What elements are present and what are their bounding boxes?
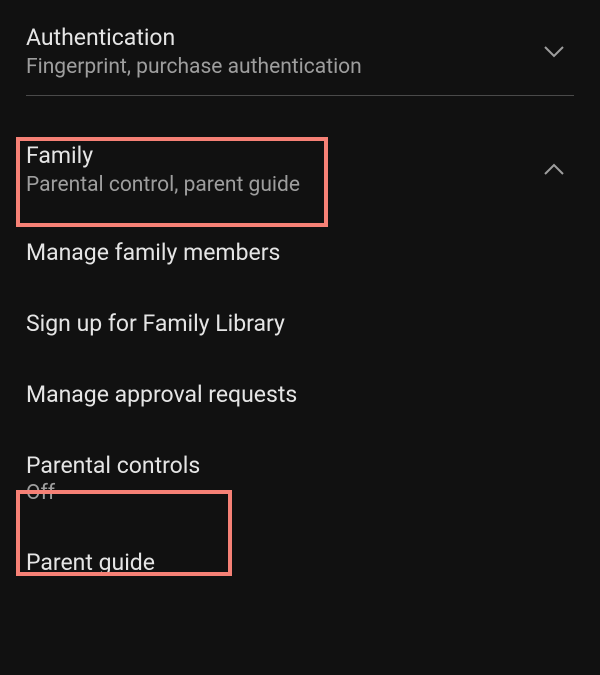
family-section-header[interactable]: Family Parental control, parent guide xyxy=(0,124,600,217)
menu-item-label: Parent guide xyxy=(26,549,574,576)
manage-family-members-item[interactable]: Manage family members xyxy=(0,217,600,288)
chevron-up-icon xyxy=(540,156,568,184)
chevron-down-icon xyxy=(540,38,568,66)
family-subtitle: Parental control, parent guide xyxy=(26,173,300,197)
family-header-text: Family Parental control, parent guide xyxy=(26,142,300,197)
authentication-title: Authentication xyxy=(26,24,362,51)
authentication-header-text: Authentication Fingerprint, purchase aut… xyxy=(26,24,362,79)
parental-controls-status: Off xyxy=(26,481,574,505)
menu-item-label: Sign up for Family Library xyxy=(26,310,574,337)
menu-item-label: Manage family members xyxy=(26,239,574,266)
manage-approval-requests-item[interactable]: Manage approval requests xyxy=(0,359,600,430)
authentication-subtitle: Fingerprint, purchase authentication xyxy=(26,55,362,79)
family-title: Family xyxy=(26,142,300,169)
parent-guide-item[interactable]: Parent guide xyxy=(0,527,600,598)
menu-item-label: Parental controls xyxy=(26,452,574,479)
sign-up-family-library-item[interactable]: Sign up for Family Library xyxy=(0,288,600,359)
menu-item-label: Manage approval requests xyxy=(26,381,574,408)
authentication-section-header[interactable]: Authentication Fingerprint, purchase aut… xyxy=(0,8,600,95)
parental-controls-item[interactable]: Parental controls Off xyxy=(0,430,600,527)
